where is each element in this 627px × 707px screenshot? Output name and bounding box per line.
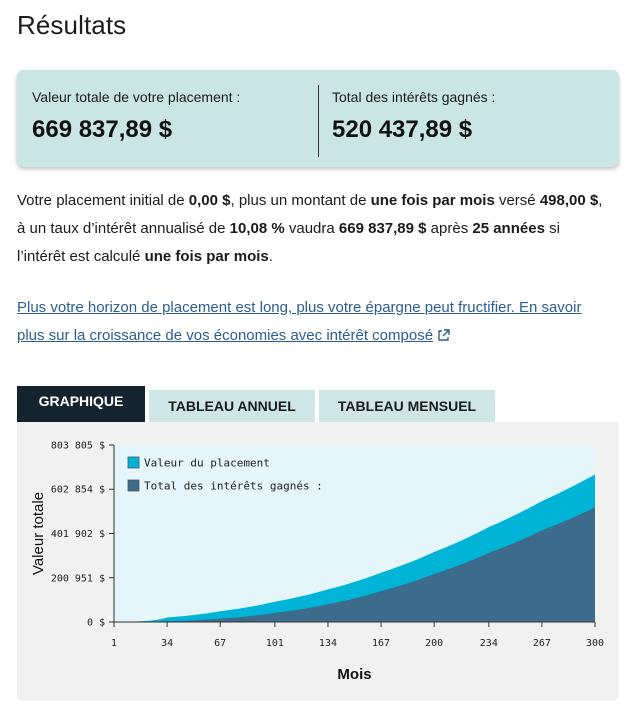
compound-interest-link[interactable]: Plus votre horizon de placement est long… — [17, 294, 613, 350]
legend-label-0: Valeur du placement — [144, 457, 270, 470]
desc-rate: 10,08 % — [229, 220, 285, 237]
results-summary-card: Valeur totale de votre placement : 669 8… — [17, 70, 619, 167]
desc-final-value: 669 837,89 $ — [338, 220, 427, 237]
x-tick-label: 200 — [425, 638, 443, 649]
legend-label-1: Total des intérêts gagnés : — [144, 480, 323, 493]
chart-panel: 0 $ 200 951 $ 401 902 $ 602 854 $ 803 805 $ 1… — [17, 422, 619, 701]
y-tick-label: 200 951 $ — [51, 573, 105, 584]
y-tick-label: 401 902 $ — [51, 529, 105, 540]
x-tick-label: 234 — [480, 638, 498, 649]
legend-swatch-0 — [127, 456, 140, 469]
desc-text: , plus un montant de — [230, 192, 371, 209]
desc-compounding: une fois par mois — [144, 248, 269, 265]
desc-text: versé — [494, 192, 540, 209]
y-tick-label: 0 $ — [87, 618, 105, 629]
tab-tableau-annuel[interactable]: TABLEAU ANNUEL — [149, 390, 315, 422]
results-description: Votre placement initial de 0,00 $, plus … — [17, 187, 607, 271]
x-tick-label: 34 — [161, 638, 173, 649]
desc-years: 25 années — [472, 220, 545, 237]
x-tick-label: 267 — [533, 638, 551, 649]
x-tick-label: 300 — [586, 638, 604, 649]
interest-amount: 520 437,89 $ — [332, 116, 473, 143]
desc-contribution: 498,00 $ — [539, 192, 599, 209]
growth-chart: 0 $ 200 951 $ 401 902 $ 602 854 $ 803 805 $ 1… — [30, 441, 604, 684]
y-tick-label: 602 854 $ — [51, 485, 105, 496]
x-tick-label: 67 — [214, 638, 226, 649]
x-tick-label: 134 — [319, 638, 337, 649]
legend-swatch-1 — [127, 479, 140, 492]
total-value-block: Valeur totale de votre placement : 669 8… — [32, 89, 240, 144]
summary-divider — [318, 85, 319, 157]
desc-text: vaudra — [284, 220, 339, 237]
desc-frequency: une fois par mois — [370, 192, 495, 209]
y-axis-title: Valeur totale — [30, 492, 47, 575]
link-text[interactable]: Plus votre horizon de placement est long… — [17, 299, 581, 344]
interest-label: Total des intérêts gagnés : — [332, 89, 496, 105]
desc-initial-amount: 0,00 $ — [188, 192, 231, 209]
x-tick-label: 101 — [266, 638, 284, 649]
tab-graphique[interactable]: GRAPHIQUE — [17, 386, 145, 422]
desc-text: . — [268, 248, 273, 265]
desc-text: après — [426, 220, 473, 237]
external-link-icon — [438, 329, 450, 341]
tab-tableau-mensuel[interactable]: TABLEAU MENSUEL — [319, 390, 495, 422]
total-value-label: Valeur totale de votre placement : — [32, 89, 241, 105]
x-tick-label: 1 — [111, 638, 117, 649]
desc-text: Votre placement initial de — [17, 192, 189, 209]
interest-block: Total des intérêts gagnés : 520 437,89 $ — [332, 89, 495, 144]
x-axis-title: Mois — [337, 666, 371, 683]
y-tick-label: 803 805 $ — [51, 441, 105, 452]
page-title: Résultats — [17, 10, 127, 40]
total-value-amount: 669 837,89 $ — [32, 116, 173, 143]
x-tick-label: 167 — [372, 638, 390, 649]
